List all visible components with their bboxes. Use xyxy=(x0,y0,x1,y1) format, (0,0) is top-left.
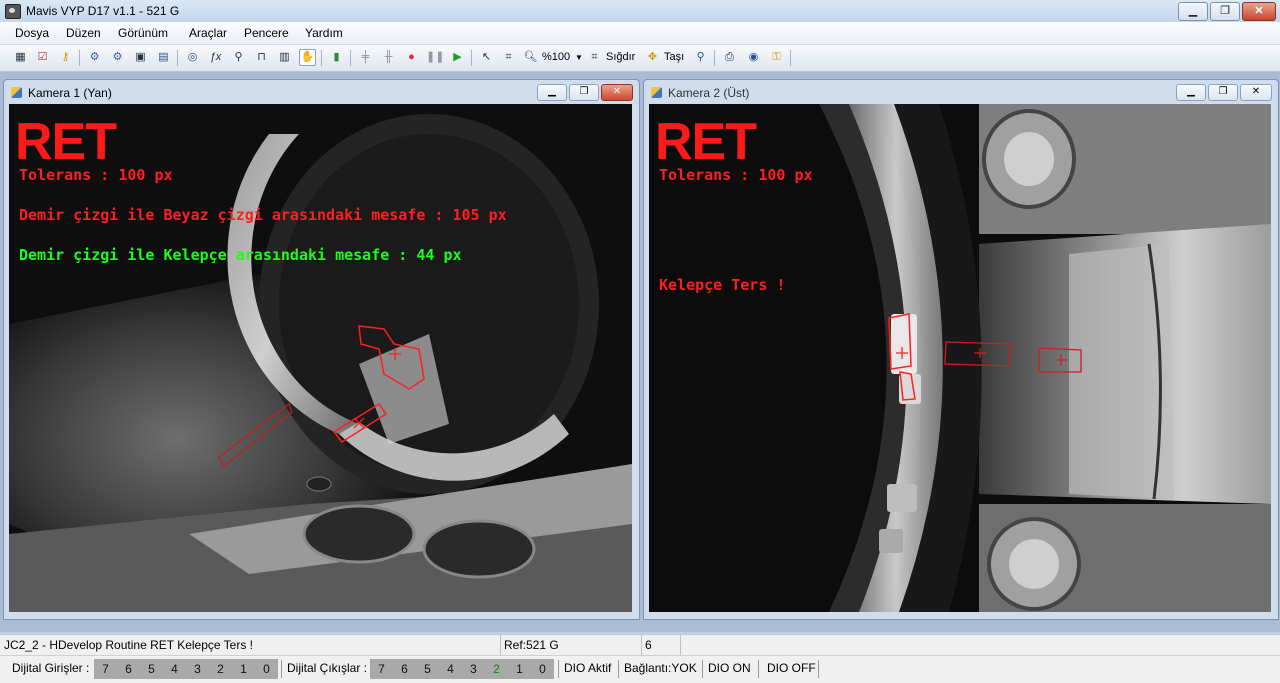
title-bar: Mavis VYP D17 v1.1 - 521 G ▁ ❐ ✕ xyxy=(0,0,1280,23)
settings-gear-icon[interactable]: ⚙ xyxy=(86,49,103,66)
zoom-page-icon[interactable]: 🔍︎ xyxy=(522,49,539,66)
camera1-close-button[interactable]: ✕ xyxy=(601,84,633,101)
menu-araclar[interactable]: Araçlar xyxy=(189,26,227,40)
camera-window-icon xyxy=(651,87,662,98)
camera2-tolerance: Tolerans : 100 px xyxy=(659,166,813,184)
digital-outputs: 7 6 5 4 3 2 1 0 xyxy=(370,659,554,679)
window-title: Mavis VYP D17 v1.1 - 521 G xyxy=(26,4,180,18)
input-bit: 1 xyxy=(240,662,247,676)
zoom-icon[interactable]: ⚲ xyxy=(692,49,709,66)
grid-icon[interactable]: ▦ xyxy=(12,49,29,66)
routine-status: JC2_2 - HDevelop Routine RET Kelepçe Ter… xyxy=(4,638,254,652)
input-bit: 6 xyxy=(125,662,132,676)
camera1-minimize-button[interactable]: ▁ xyxy=(537,84,567,101)
output-bit: 3 xyxy=(470,662,477,676)
camera1-result: RET xyxy=(15,113,117,171)
camera2-maximize-button[interactable]: ❐ xyxy=(1208,84,1238,101)
input-bit: 0 xyxy=(263,662,270,676)
camera2-message: Kelepçe Ters ! xyxy=(659,276,786,294)
camera-window-icon xyxy=(11,87,22,98)
menu-bar: Dosya Düzen Görünüm Araçlar Pencere Yard… xyxy=(0,22,1280,45)
print-icon[interactable]: ⎙ xyxy=(721,49,738,66)
camera2-title: Kamera 2 (Üst) xyxy=(668,86,750,100)
input-bit: 2 xyxy=(217,662,224,676)
output-bit: 7 xyxy=(378,662,385,676)
menu-dosya[interactable]: Dosya xyxy=(15,26,49,40)
reference-status: Ref:521 G xyxy=(504,638,559,652)
camera1-distance-clamp: Demir çizgi ile Kelepçe arasındaki mesaf… xyxy=(19,246,462,264)
minimize-button[interactable]: ▁ xyxy=(1178,2,1208,21)
close-button[interactable]: ✕ xyxy=(1242,2,1276,21)
move-button[interactable]: Taşı xyxy=(664,51,684,63)
fit-button[interactable]: Sığdır xyxy=(606,51,635,63)
hand-icon[interactable]: ✋ xyxy=(299,49,316,66)
digital-outputs-label: Dijital Çıkışlar : xyxy=(287,661,368,675)
app-icon xyxy=(5,4,21,19)
pause-icon[interactable]: ❚❚ xyxy=(426,49,444,66)
probe-icon[interactable]: ⚲ xyxy=(230,49,247,66)
checklist-icon[interactable]: ☑ xyxy=(34,49,51,66)
play-icon[interactable]: ▶ xyxy=(449,49,466,66)
menu-duzen[interactable]: Düzen xyxy=(66,26,101,40)
toolbar: ▦ ☑ ⚷ ⚙ ⚙ ▣ ▤ ◎ ƒx ⚲ ⊓ ▥ ✋ ▮ ╪ ╫ ● ❚❚ ▶ … xyxy=(0,45,1280,72)
function-icon[interactable]: ƒx xyxy=(207,49,224,66)
camera1-window: Kamera 1 (Yan) ▁ ❐ ✕ RET Tolerans: 100 … xyxy=(3,79,640,620)
camera2-minimize-button[interactable]: ▁ xyxy=(1176,84,1206,101)
zoom-level[interactable]: %100 xyxy=(542,51,570,63)
camera1-image[interactable]: RET Tolerans : 100 px Demir çizgi ile Be… xyxy=(9,104,632,612)
camera2-result: RET xyxy=(655,113,757,171)
digital-inputs-label: Dijital Girişler : xyxy=(12,661,90,675)
fit-icon[interactable]: ⌗ xyxy=(586,49,603,66)
output-bit: 4 xyxy=(447,662,454,676)
camera1-title: Kamera 1 (Yan) xyxy=(28,86,112,100)
move-icon[interactable]: ✥ xyxy=(644,49,661,66)
status-bar: JC2_2 - HDevelop Routine RET Kelepçe Ter… xyxy=(0,634,1280,655)
book-icon[interactable]: ▮ xyxy=(328,49,345,66)
distribute-icon[interactable]: ╫ xyxy=(380,49,397,66)
maximize-button[interactable]: ❐ xyxy=(1210,2,1240,21)
input-bit: 7 xyxy=(102,662,109,676)
dio-active-status: DIO Aktif xyxy=(564,661,612,675)
image-icon[interactable]: ▣ xyxy=(132,49,149,66)
digital-inputs: 7 6 5 4 3 2 1 0 xyxy=(94,659,278,679)
camera1-maximize-button[interactable]: ❐ xyxy=(569,84,599,101)
record-icon[interactable]: ● xyxy=(403,49,420,66)
dio-off-button[interactable]: DIO OFF xyxy=(767,661,816,675)
chevron-down-icon[interactable]: ▼ xyxy=(575,53,583,62)
camera2-window: Kamera 2 (Üst) ▁ ❐ ✕ RET Tolerans: 100 … xyxy=(643,79,1279,620)
camera2-titlebar[interactable]: Kamera 2 (Üst) ▁ ❐ ✕ xyxy=(644,80,1278,104)
plugin-icon[interactable]: ⚿ xyxy=(768,49,785,66)
output-bit: 1 xyxy=(516,662,523,676)
input-bit: 3 xyxy=(194,662,201,676)
connection-status: Bağlantı:YOK xyxy=(624,661,697,675)
camera1-distance-white-line: Demir çizgi ile Beyaz çizgi arasındaki m… xyxy=(19,206,507,224)
camera1-tolerance: Tolerans : 100 px xyxy=(19,166,173,184)
inspect-icon[interactable]: ◎ xyxy=(184,49,201,66)
camera2-close-button[interactable]: ✕ xyxy=(1240,84,1272,101)
menu-yardim[interactable]: Yardım xyxy=(305,26,343,40)
io-status-bar: Dijital Girişler : 7 6 5 4 3 2 1 0 Dijit… xyxy=(0,655,1280,683)
count-status: 6 xyxy=(645,638,652,652)
menu-pencere[interactable]: Pencere xyxy=(244,26,289,40)
menu-gorunum[interactable]: Görünüm xyxy=(118,26,168,40)
align-icon[interactable]: ╪ xyxy=(357,49,374,66)
camera2-image[interactable]: RET Tolerans : 100 px Kelepçe Ters ! xyxy=(649,104,1271,612)
output-bit: 2 xyxy=(493,662,500,676)
output-bit: 0 xyxy=(539,662,546,676)
dio-on-button[interactable]: DIO ON xyxy=(708,661,751,675)
input-bit: 5 xyxy=(148,662,155,676)
network-icon[interactable]: ◉ xyxy=(745,49,762,66)
camera1-titlebar[interactable]: Kamera 1 (Yan) ▁ ❐ ✕ xyxy=(4,80,639,104)
crop-icon[interactable]: ⌗ xyxy=(500,49,517,66)
pointer-icon[interactable]: ↖ xyxy=(478,49,495,66)
output-bit: 5 xyxy=(424,662,431,676)
measure-icon[interactable]: ⊓ xyxy=(253,49,270,66)
gears-icon[interactable]: ⚙ xyxy=(109,49,126,66)
save-icon[interactable]: ▤ xyxy=(155,49,172,66)
calculator-icon[interactable]: ▥ xyxy=(276,49,293,66)
key-icon[interactable]: ⚷ xyxy=(57,49,74,66)
output-bit: 6 xyxy=(401,662,408,676)
input-bit: 4 xyxy=(171,662,178,676)
